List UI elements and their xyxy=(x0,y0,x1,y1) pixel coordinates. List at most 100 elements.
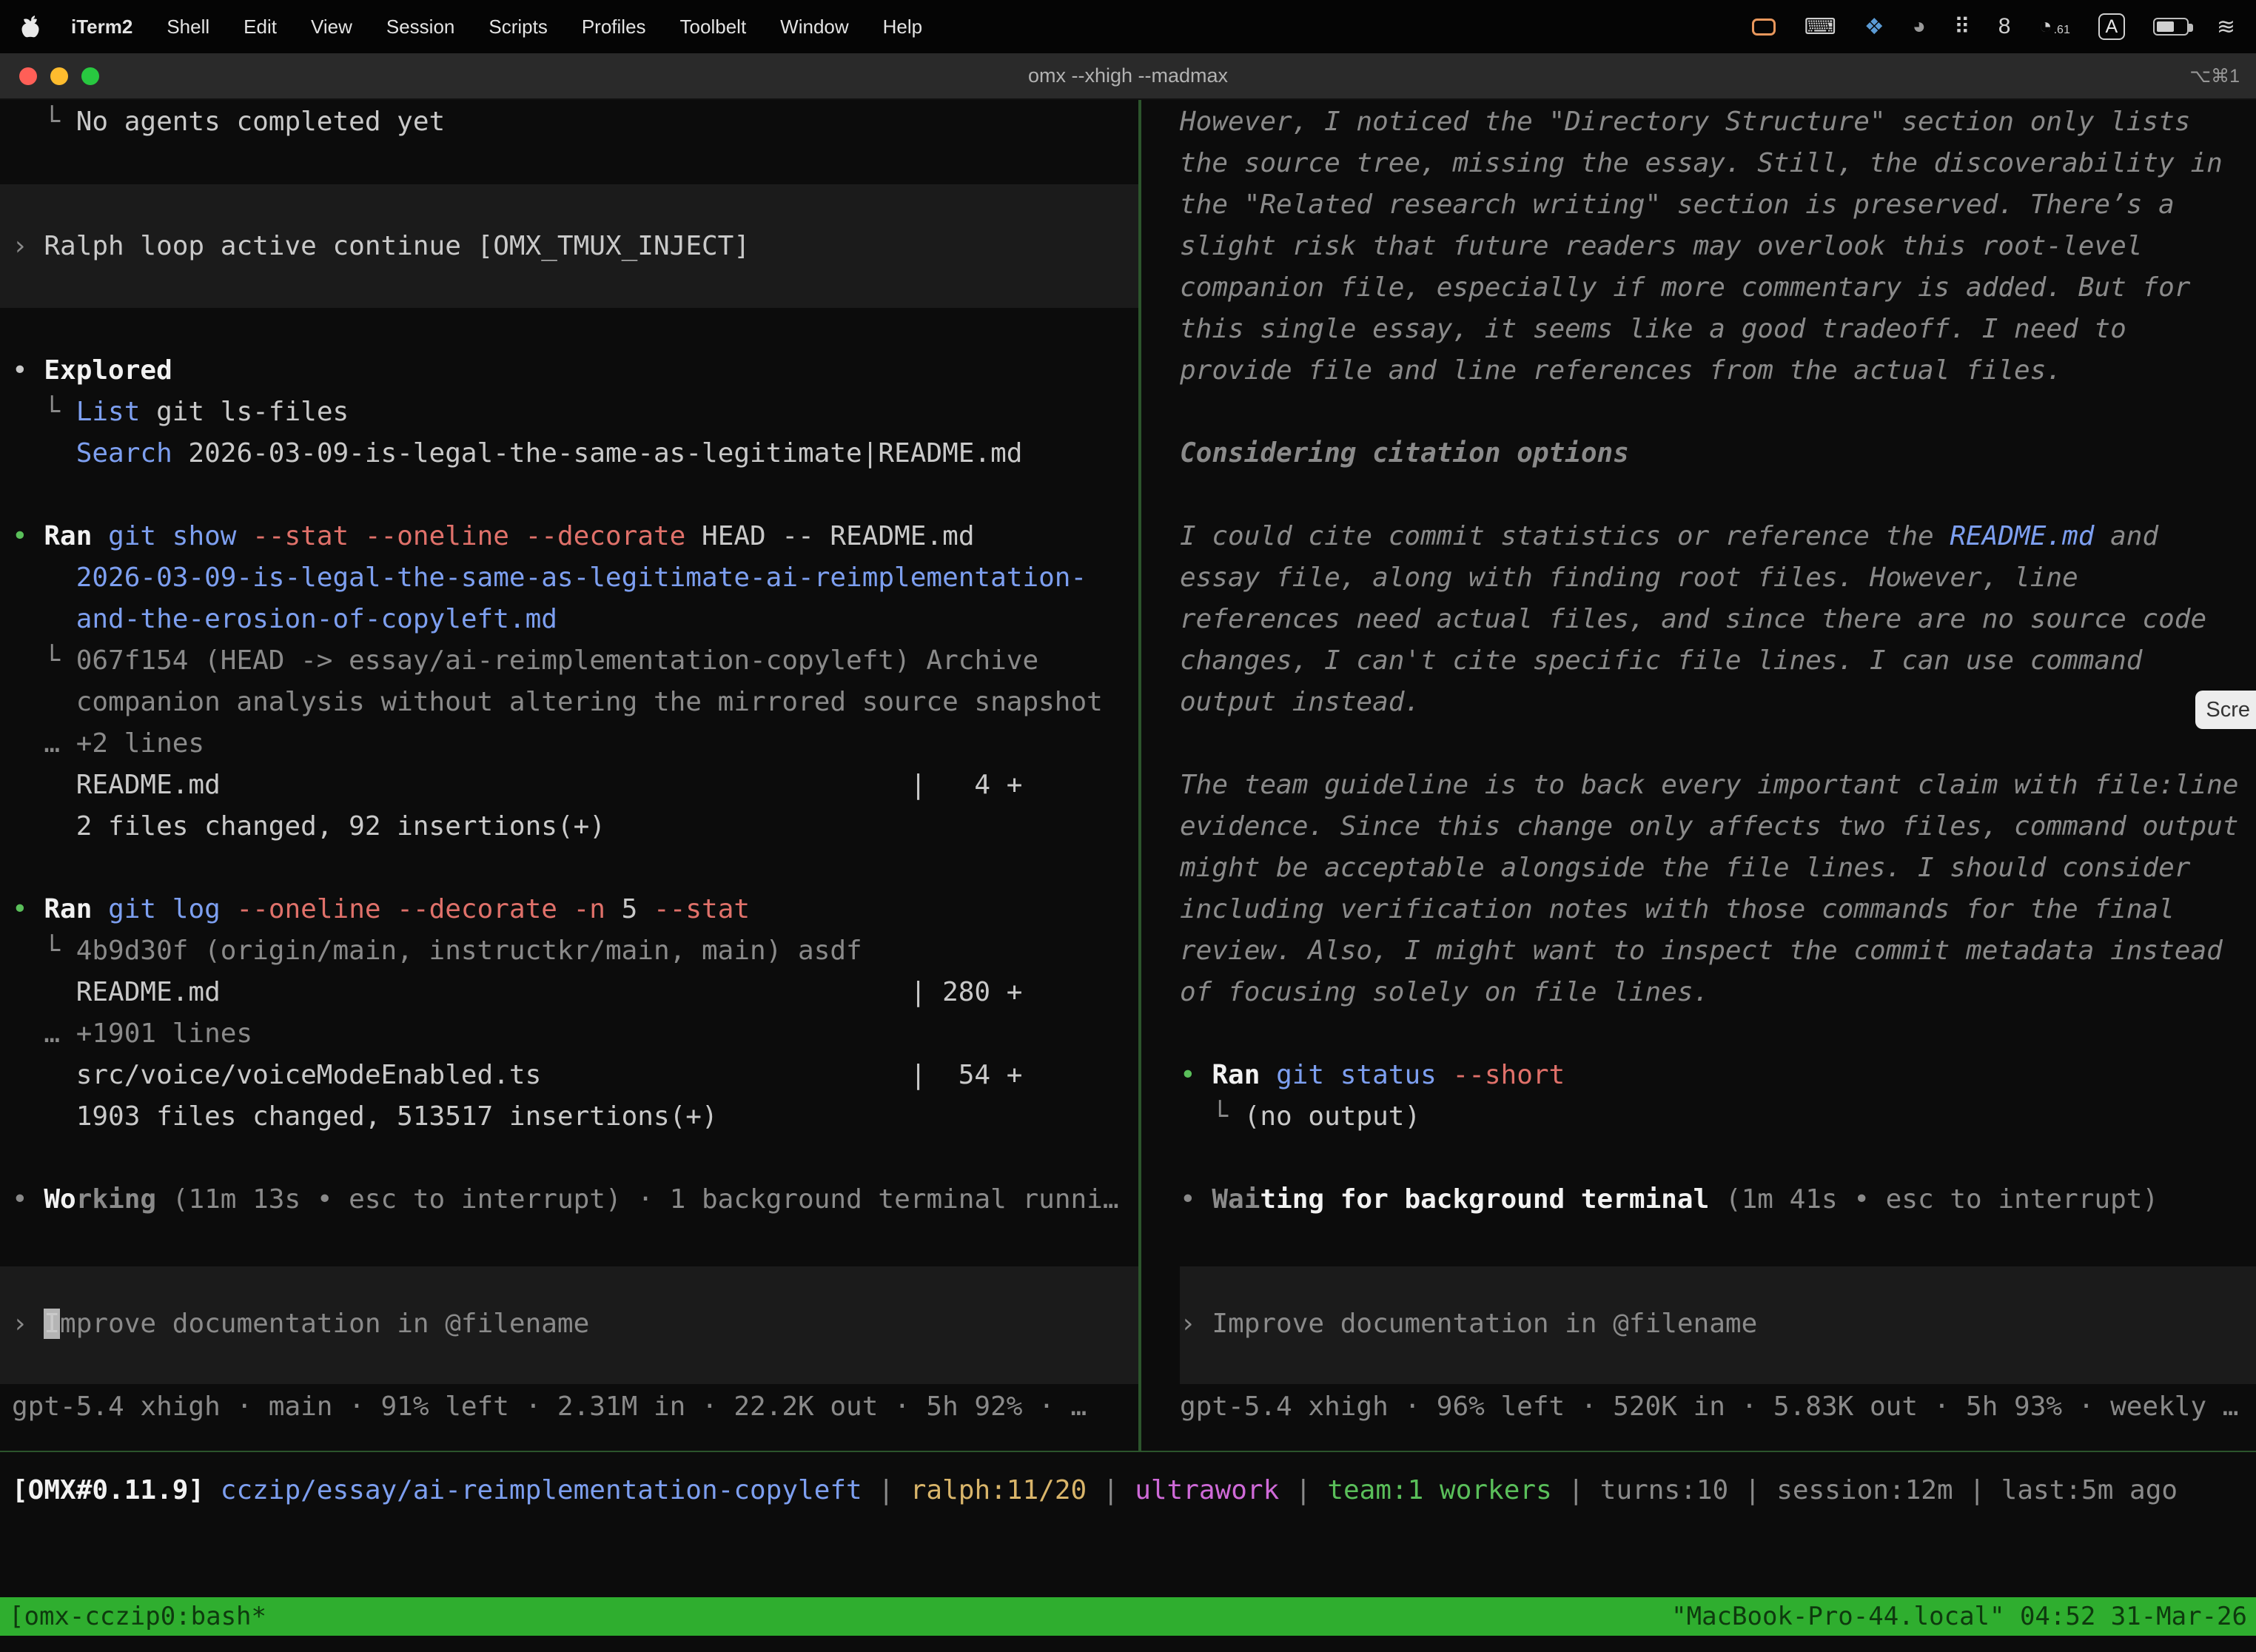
terminal-line: • Ran git log --oneline --decorate -n 5 … xyxy=(12,889,1138,930)
battery-icon[interactable] xyxy=(2153,18,2189,36)
omx-status-bar: [OMX#0.11.9] cczip/essay/ai-reimplementa… xyxy=(12,1470,2256,1511)
terminal-line: • Waiting for background terminal (1m 41… xyxy=(1180,1179,2256,1220)
menu-item-session[interactable]: Session xyxy=(386,16,455,38)
terminal-line: companion file, especially if more comme… xyxy=(1180,267,2256,309)
menu-item-toolbelt[interactable]: Toolbelt xyxy=(680,16,747,38)
apple-menu-icon[interactable] xyxy=(21,16,40,38)
window-title-bar[interactable]: omx --xhigh --madmax ⌥⌘1 xyxy=(0,53,2256,100)
right-terminal-pane[interactable]: However, I noticed the "Directory Struct… xyxy=(1180,100,2256,1451)
text-segment: | xyxy=(862,1475,910,1505)
text-segment: └ xyxy=(12,397,76,427)
input-source-icon[interactable]: A xyxy=(2098,13,2125,40)
window-controls xyxy=(19,67,99,85)
text-segment xyxy=(236,521,252,551)
minimize-button[interactable] xyxy=(50,67,68,85)
text-segment: README.md | 4 + xyxy=(12,770,1022,800)
terminal-line: README.md | 280 + xyxy=(12,972,1138,1013)
text-segment: However, I noticed the "Directory Struct… xyxy=(1180,107,2190,137)
text-segment: | xyxy=(1087,1475,1135,1505)
text-segment: gpt-5.4 xhigh · 96% left · 520K in · 5.8… xyxy=(1180,1391,2238,1422)
terminal-line: └ No agents completed yet xyxy=(12,101,1138,143)
pane-divider[interactable] xyxy=(1138,100,1141,1451)
text-segment: session:12m xyxy=(1776,1475,1953,1505)
terminal-line xyxy=(12,309,1138,350)
terminal-line: • Ran git show --stat --oneline --decora… xyxy=(12,516,1138,557)
text-segment: 2026-03-09-is-legal-the-same-as-legitima… xyxy=(172,438,1023,469)
text-segment: git show xyxy=(108,521,236,551)
menu-item-profiles[interactable]: Profiles xyxy=(582,16,646,38)
text-segment xyxy=(1437,1060,1453,1090)
text-segment: this single essay, it seems like a good … xyxy=(1180,314,2126,344)
text-segment: └ xyxy=(1180,1101,1244,1132)
text-segment: provide file and line references from th… xyxy=(1180,355,2062,386)
terminal-line: └ 067f154 (HEAD -> essay/ai-reimplementa… xyxy=(12,640,1138,682)
text-segment: changes, I can't cite specific file line… xyxy=(1180,645,2142,676)
text-segment: src/voice/voiceModeEnabled.ts | 54 + xyxy=(12,1060,1022,1090)
menu-item-shell[interactable]: Shell xyxy=(167,16,209,38)
terminal-line xyxy=(1180,1138,2256,1179)
text-segment xyxy=(92,521,108,551)
text-segment: └ xyxy=(12,936,76,966)
terminal-line: Search 2026-03-09-is-legal-the-same-as-l… xyxy=(12,433,1138,474)
keyboard-icon[interactable]: ⌨ xyxy=(1804,14,1836,40)
menu-item-help[interactable]: Help xyxy=(883,16,922,38)
text-segment: List xyxy=(76,397,141,427)
dark-globe-icon[interactable]: ◕ xyxy=(1913,14,1926,39)
close-button[interactable] xyxy=(19,67,37,85)
text-segment: --short xyxy=(1453,1060,1565,1090)
terminal-line xyxy=(1180,1013,2256,1055)
text-segment: Improve documentation in @filename xyxy=(1212,1309,1757,1339)
terminal-line: this single essay, it seems like a good … xyxy=(1180,309,2256,350)
pane-bottom-border xyxy=(0,1451,2256,1452)
menu-item-edit[interactable]: Edit xyxy=(244,16,277,38)
terminal-line: • Working (11m 13s • esc to interrupt) ·… xyxy=(12,1179,1138,1220)
menu-item-view[interactable]: View xyxy=(311,16,352,38)
text-segment: No agents completed yet xyxy=(76,107,446,137)
terminal-line: … +2 lines xyxy=(12,723,1138,765)
keycap-icon[interactable]: 8 xyxy=(1998,14,2011,39)
terminal-line xyxy=(12,1220,1138,1262)
text-segment: the source tree, missing the essay. Stil… xyxy=(1180,148,2223,178)
prompt-input[interactable]: › Improve documentation in @filename xyxy=(12,1303,1138,1345)
text-segment: › xyxy=(12,1309,44,1339)
battery-gauge-icon[interactable]: ◔.61 xyxy=(2038,14,2069,39)
text-segment: rking xyxy=(76,1184,156,1215)
menu-item-iterm2[interactable]: iTerm2 xyxy=(71,16,132,38)
text-segment: companion analysis without altering the … xyxy=(12,687,1103,717)
text-segment: (11m 13s • esc to interrupt) · 1 backgro… xyxy=(156,1184,1118,1215)
text-segment: | xyxy=(1279,1475,1327,1505)
screen-sharing-flap[interactable]: Scre xyxy=(2195,691,2256,729)
terminal-line xyxy=(12,1345,1138,1386)
screen-recording-indicator[interactable] xyxy=(1752,19,1776,36)
blue-app-icon[interactable]: ❖ xyxy=(1864,14,1884,40)
terminal-line: gpt-5.4 xhigh · 96% left · 520K in · 5.8… xyxy=(1180,1386,2256,1428)
terminal-line: I could cite commit statistics or refere… xyxy=(1180,516,2256,557)
text-segment: • xyxy=(12,355,44,386)
text-segment: └ xyxy=(12,107,76,137)
text-segment: --stat xyxy=(654,894,750,924)
text-segment: The team guideline is to back every impo… xyxy=(1180,770,2238,800)
menu-item-window[interactable]: Window xyxy=(780,16,848,38)
text-segment: README.md xyxy=(1950,521,2094,551)
text-segment: HEAD -- README.md xyxy=(685,521,974,551)
menu-bar: iTerm2 Shell Edit View Session Scripts Profile… xyxy=(0,0,2256,53)
prompt-input[interactable]: › Improve documentation in @filename xyxy=(1180,1303,2256,1345)
menu-item-scripts[interactable]: Scripts xyxy=(489,16,547,38)
terminal-line xyxy=(1180,474,2256,516)
left-terminal-pane[interactable]: └ No agents completed yet› Ralph loop ac… xyxy=(0,100,1138,1451)
terminal-line: evidence. Since this change only affects… xyxy=(1180,806,2256,847)
tmux-session-window: [omx-cczip0:bash* xyxy=(9,1602,266,1631)
text-segment: slight risk that future readers may over… xyxy=(1180,231,2142,261)
text-segment: 2026-03-09-is-legal-the-same-as-legitima… xyxy=(12,563,1087,593)
wifi-icon[interactable]: ≋ xyxy=(2217,14,2235,40)
text-segment: mprove documentation in @filename xyxy=(60,1309,589,1339)
text-segment: companion file, especially if more comme… xyxy=(1180,272,2190,303)
window-shortcut-badge: ⌥⌘1 xyxy=(2189,65,2240,87)
text-segment: Wo xyxy=(44,1184,75,1215)
text-segment: Ran xyxy=(44,521,92,551)
tmux-status-bar: [omx-cczip0:bash* "MacBook-Pro-44.local"… xyxy=(0,1597,2256,1636)
text-segment: … +2 lines xyxy=(12,728,204,759)
app-grid-icon[interactable]: ⠿ xyxy=(1954,14,1970,40)
zoom-button[interactable] xyxy=(81,67,99,85)
text-segment xyxy=(221,894,237,924)
